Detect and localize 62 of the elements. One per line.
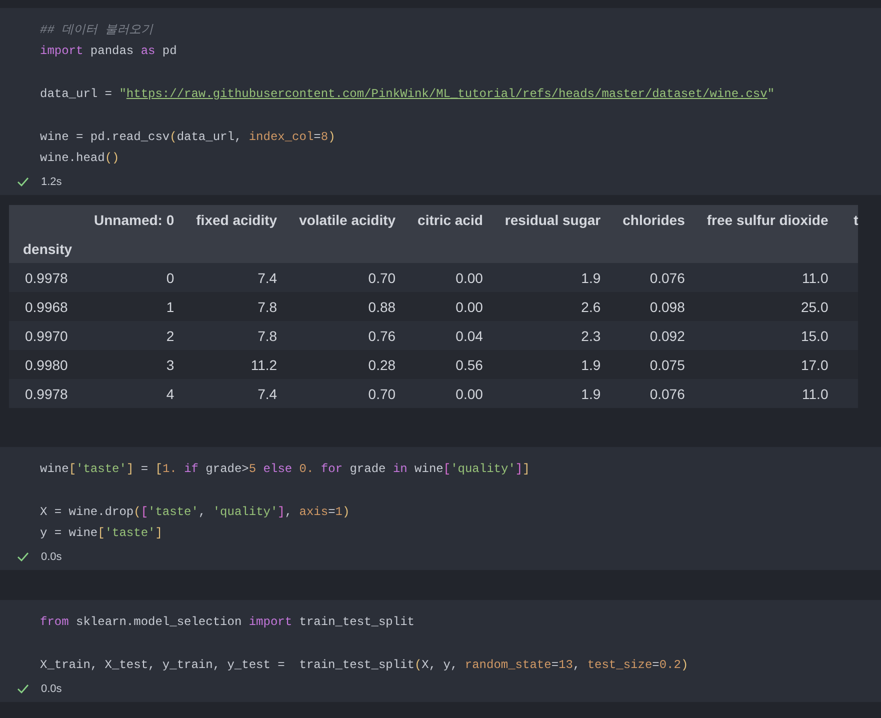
- column-header: volatile acidity: [285, 205, 404, 234]
- column-header: residual sugar: [490, 205, 609, 234]
- index-header: density: [9, 234, 80, 263]
- table-cell: 3: [80, 350, 182, 379]
- table-cell: 7.4: [182, 263, 286, 292]
- code-line: X_train, X_test, y_train, y_test = train_test_split(X, y, random_state=13, test_size=0.2): [40, 657, 690, 674]
- table-cell: 0.70: [285, 379, 404, 408]
- table-cell: 0.88: [285, 292, 404, 321]
- table-cell: 11.0: [692, 263, 836, 292]
- table-cell: 0.76: [285, 321, 404, 350]
- column-header: chlorides: [608, 205, 693, 234]
- table-cell: 11.0: [692, 379, 836, 408]
- table-cell: 0.00: [404, 263, 491, 292]
- table-cell: 7.4: [182, 379, 286, 408]
- code-line: wine['taste'] = [1. if grade>5 else 0. for grade in wine['quality']]: [40, 461, 531, 478]
- table-cell: 0.70: [285, 263, 404, 292]
- table-cell: 0.00: [404, 379, 491, 408]
- execution-time: 1.2s: [41, 176, 62, 188]
- execution-time: 0.0s: [41, 551, 62, 563]
- table-cell: 1.9: [490, 350, 609, 379]
- table-cell: 17.0: [692, 350, 836, 379]
- table-cell: 7.8: [182, 321, 286, 350]
- table-cell: 1.9: [490, 379, 609, 408]
- table-cell: 0.04: [404, 321, 491, 350]
- column-header: t: [836, 205, 858, 234]
- table-cell: 2: [80, 321, 182, 350]
- table-cell: 2.3: [490, 321, 609, 350]
- table-cell: 0.098: [608, 292, 693, 321]
- code-line: y = wine['taste']: [40, 525, 164, 542]
- table-cell: 7.8: [182, 292, 286, 321]
- index-cell: 0.9968: [9, 292, 80, 321]
- code-line: data_url = "https://raw.githubusercontent.com/PinkWink/ML_tutorial/refs/heads/master/dataset/wine.csv": [40, 86, 776, 103]
- code-line: from sklearn.model_selection import train_test_split: [40, 614, 416, 631]
- execution-time: 0.0s: [41, 683, 62, 695]
- table-cell: 4: [80, 379, 182, 408]
- column-header: fixed acidity: [182, 205, 286, 234]
- table-cell: 11.2: [182, 350, 286, 379]
- table-cell: 1: [80, 292, 182, 321]
- table-cell: 2.6: [490, 292, 609, 321]
- column-header: free sulfur dioxide: [692, 205, 836, 234]
- table-cell: 15.0: [692, 321, 836, 350]
- column-header: Unnamed: 0: [80, 205, 182, 234]
- code-line: import pandas as pd: [40, 43, 178, 60]
- index-cell: 0.9980: [9, 350, 80, 379]
- index-cell: 0.9978: [9, 263, 80, 292]
- code-line: ## 데이터 불러오기: [40, 22, 154, 39]
- table-cell: 0.076: [608, 263, 693, 292]
- index-cell: 0.9970: [9, 321, 80, 350]
- code-line: X = wine.drop(['taste', 'quality'], axis=1): [40, 504, 351, 521]
- table-cell: 0.56: [404, 350, 491, 379]
- table-cell: 0: [80, 263, 182, 292]
- table-cell: 25.0: [692, 292, 836, 321]
- table-cell: 1.9: [490, 263, 609, 292]
- table-cell: 0.28: [285, 350, 404, 379]
- table-cell: 0.092: [608, 321, 693, 350]
- index-cell: 0.9978: [9, 379, 80, 408]
- table-cell: 0.00: [404, 292, 491, 321]
- table-cell: 0.075: [608, 350, 693, 379]
- table-cell: 0.076: [608, 379, 693, 408]
- code-line: wine.head(): [40, 150, 120, 167]
- code-line: wine = pd.read_csv(data_url, index_col=8): [40, 129, 336, 146]
- column-header: citric acid: [404, 205, 491, 234]
